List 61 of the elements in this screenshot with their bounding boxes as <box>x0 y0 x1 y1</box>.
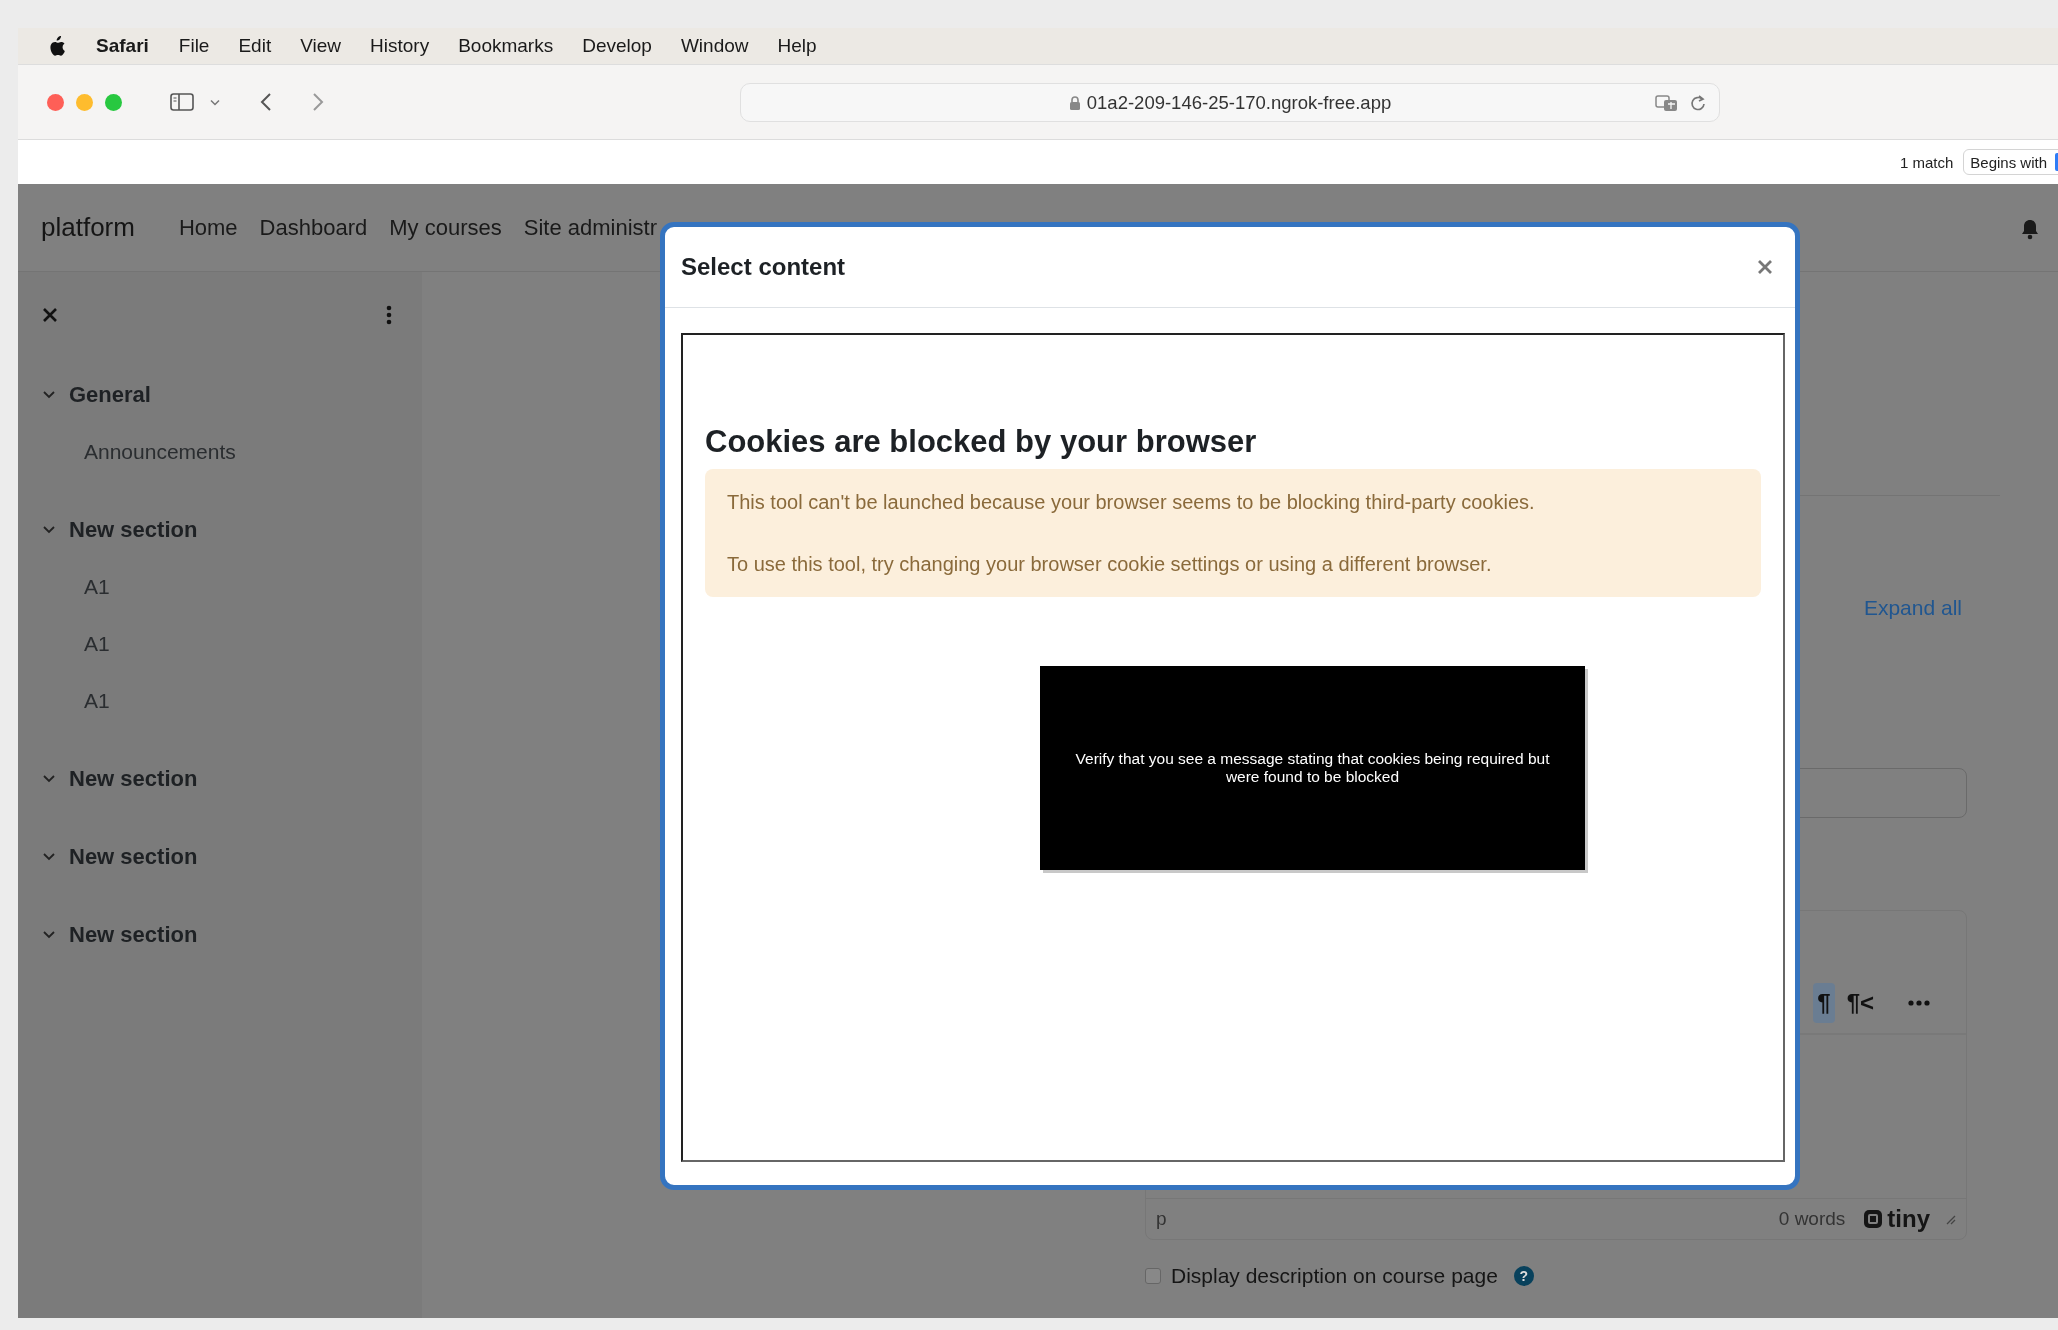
app-menu[interactable]: Safari <box>96 35 149 57</box>
section-title: General <box>69 381 151 408</box>
checkbox-label: Display description on course page <box>1171 1264 1498 1288</box>
alert-text: This tool can't be launched because your browser seems to be blocking third-party cookies. <box>727 490 1536 515</box>
tiny-logo[interactable]: tiny <box>1863 1205 1930 1233</box>
match-count: 1 match <box>1899 153 1954 171</box>
activity-link[interactable]: A1 <box>42 615 110 672</box>
forward-icon[interactable] <box>312 92 324 112</box>
menu-item[interactable]: View <box>300 35 342 57</box>
reload-icon[interactable] <box>1689 92 1707 113</box>
resize-handle-icon[interactable] <box>1944 1213 1956 1225</box>
logo-text: tiny <box>1887 1205 1930 1233</box>
close-icon[interactable] <box>1757 259 1773 275</box>
activity-link[interactable]: A1 <box>42 558 110 615</box>
toolbar-button[interactable]: ¶ <box>1813 983 1835 1023</box>
menu-item[interactable]: Develop <box>582 35 652 57</box>
menu-icon[interactable] <box>386 305 392 325</box>
nav-link[interactable]: Home <box>178 214 238 241</box>
modal-title: Select content <box>681 253 846 281</box>
help-icon[interactable]: ? <box>1513 1266 1534 1286</box>
menu-item[interactable]: Help <box>777 35 817 57</box>
alert-text: To use this tool, try changing your browser cookie settings or using a different browser. <box>727 552 1493 577</box>
menu-item[interactable]: History <box>370 35 430 57</box>
nav-link[interactable]: Site administr <box>523 214 657 241</box>
more-icon[interactable] <box>1908 1000 1930 1006</box>
word-count: 0 words <box>1778 1208 1846 1230</box>
menu-item[interactable]: Bookmarks <box>458 35 554 57</box>
section-title: New section <box>69 765 198 792</box>
nav-link[interactable]: Dashboard <box>259 214 368 241</box>
section-heading[interactable]: New section <box>42 750 198 807</box>
toolbar-button[interactable]: ¶< <box>1842 983 1878 1023</box>
section-title: New section <box>69 516 198 543</box>
section-title: New section <box>69 843 198 870</box>
menu-item[interactable]: Edit <box>238 35 272 57</box>
nav-link[interactable]: My courses <box>389 214 502 241</box>
activity-link[interactable]: A1 <box>42 672 110 729</box>
menu-item[interactable]: File <box>178 35 210 57</box>
lock-icon <box>1068 94 1081 111</box>
translate-icon[interactable] <box>1655 93 1679 112</box>
url-text: 01a2-209-146-25-170.ngrok-free.app <box>1086 91 1392 114</box>
element-path: p <box>1156 1208 1168 1230</box>
back-icon[interactable] <box>260 92 272 112</box>
logo-icon <box>1863 1209 1884 1229</box>
activity-link[interactable]: Announcements <box>42 423 236 480</box>
bell-icon[interactable] <box>2020 218 2040 240</box>
close-window-button[interactable] <box>47 93 64 111</box>
close-icon[interactable] <box>42 307 58 323</box>
section-heading[interactable]: New section <box>42 906 198 963</box>
section-heading[interactable]: General <box>42 366 151 423</box>
sidebar-icon[interactable] <box>170 93 194 111</box>
checkbox[interactable] <box>1145 1268 1161 1284</box>
section-heading[interactable]: New section <box>42 501 198 558</box>
error-heading: Cookies are blocked by your browser <box>705 423 1258 461</box>
menu-item[interactable]: Window <box>680 35 749 57</box>
section-heading[interactable]: New section <box>42 828 198 885</box>
site-logo[interactable]: platform <box>41 212 135 243</box>
address-bar[interactable]: 01a2-209-146-25-170.ngrok-free.app <box>740 83 1720 122</box>
section-title: New section <box>69 921 198 948</box>
search-mode-button[interactable]: Begins with <box>1963 149 2058 175</box>
annotation-text: Verify that you see a message stating that cookies being required but were found to be blocked <box>1074 750 1551 786</box>
chevron-down-icon[interactable] <box>210 98 220 106</box>
